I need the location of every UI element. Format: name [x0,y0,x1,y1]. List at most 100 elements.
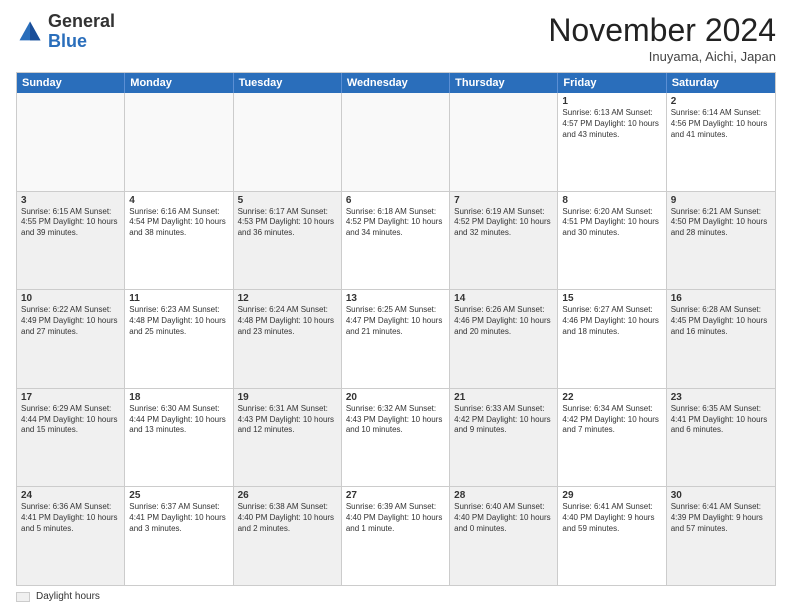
day-info: Sunrise: 6:17 AM Sunset: 4:53 PM Dayligh… [238,207,337,239]
calendar-row: 24Sunrise: 6:36 AM Sunset: 4:41 PM Dayli… [17,486,775,585]
calendar-cell [342,93,450,191]
day-info: Sunrise: 6:32 AM Sunset: 4:43 PM Dayligh… [346,404,445,436]
day-info: Sunrise: 6:24 AM Sunset: 4:48 PM Dayligh… [238,305,337,337]
calendar-cell: 17Sunrise: 6:29 AM Sunset: 4:44 PM Dayli… [17,389,125,487]
calendar-cell: 20Sunrise: 6:32 AM Sunset: 4:43 PM Dayli… [342,389,450,487]
day-info: Sunrise: 6:13 AM Sunset: 4:57 PM Dayligh… [562,108,661,140]
day-number: 18 [129,392,228,403]
day-number: 6 [346,195,445,206]
logo-text: General Blue [48,12,115,52]
day-info: Sunrise: 6:33 AM Sunset: 4:42 PM Dayligh… [454,404,553,436]
day-info: Sunrise: 6:28 AM Sunset: 4:45 PM Dayligh… [671,305,771,337]
day-number: 15 [562,293,661,304]
calendar-cell: 12Sunrise: 6:24 AM Sunset: 4:48 PM Dayli… [234,290,342,388]
calendar-cell: 30Sunrise: 6:41 AM Sunset: 4:39 PM Dayli… [667,487,775,585]
day-number: 16 [671,293,771,304]
calendar-cell: 13Sunrise: 6:25 AM Sunset: 4:47 PM Dayli… [342,290,450,388]
calendar-cell: 23Sunrise: 6:35 AM Sunset: 4:41 PM Dayli… [667,389,775,487]
calendar-header: SundayMondayTuesdayWednesdayThursdayFrid… [17,73,775,93]
day-info: Sunrise: 6:22 AM Sunset: 4:49 PM Dayligh… [21,305,120,337]
title-block: November 2024 Inuyama, Aichi, Japan [548,12,776,64]
day-info: Sunrise: 6:26 AM Sunset: 4:46 PM Dayligh… [454,305,553,337]
calendar-cell: 21Sunrise: 6:33 AM Sunset: 4:42 PM Dayli… [450,389,558,487]
day-number: 24 [21,490,120,501]
day-info: Sunrise: 6:31 AM Sunset: 4:43 PM Dayligh… [238,404,337,436]
day-info: Sunrise: 6:25 AM Sunset: 4:47 PM Dayligh… [346,305,445,337]
day-number: 12 [238,293,337,304]
day-number: 14 [454,293,553,304]
logo: General Blue [16,12,115,52]
day-number: 4 [129,195,228,206]
calendar-cell: 8Sunrise: 6:20 AM Sunset: 4:51 PM Daylig… [558,192,666,290]
day-info: Sunrise: 6:37 AM Sunset: 4:41 PM Dayligh… [129,502,228,534]
calendar-row: 10Sunrise: 6:22 AM Sunset: 4:49 PM Dayli… [17,289,775,388]
day-info: Sunrise: 6:41 AM Sunset: 4:39 PM Dayligh… [671,502,771,534]
day-number: 20 [346,392,445,403]
calendar-cell: 18Sunrise: 6:30 AM Sunset: 4:44 PM Dayli… [125,389,233,487]
calendar-cell: 11Sunrise: 6:23 AM Sunset: 4:48 PM Dayli… [125,290,233,388]
day-number: 29 [562,490,661,501]
day-number: 13 [346,293,445,304]
header-cell-tuesday: Tuesday [234,73,342,93]
calendar-cell [125,93,233,191]
calendar-cell: 9Sunrise: 6:21 AM Sunset: 4:50 PM Daylig… [667,192,775,290]
day-number: 11 [129,293,228,304]
day-info: Sunrise: 6:27 AM Sunset: 4:46 PM Dayligh… [562,305,661,337]
calendar-cell: 3Sunrise: 6:15 AM Sunset: 4:55 PM Daylig… [17,192,125,290]
header-cell-friday: Friday [558,73,666,93]
calendar: SundayMondayTuesdayWednesdayThursdayFrid… [16,72,776,586]
legend: Daylight hours [16,591,776,602]
day-number: 10 [21,293,120,304]
month-title: November 2024 [548,12,776,49]
day-info: Sunrise: 6:15 AM Sunset: 4:55 PM Dayligh… [21,207,120,239]
calendar-cell: 14Sunrise: 6:26 AM Sunset: 4:46 PM Dayli… [450,290,558,388]
header: General Blue November 2024 Inuyama, Aich… [16,12,776,64]
day-info: Sunrise: 6:34 AM Sunset: 4:42 PM Dayligh… [562,404,661,436]
day-info: Sunrise: 6:16 AM Sunset: 4:54 PM Dayligh… [129,207,228,239]
day-info: Sunrise: 6:18 AM Sunset: 4:52 PM Dayligh… [346,207,445,239]
day-number: 8 [562,195,661,206]
day-info: Sunrise: 6:19 AM Sunset: 4:52 PM Dayligh… [454,207,553,239]
day-number: 23 [671,392,771,403]
page: General Blue November 2024 Inuyama, Aich… [0,0,792,612]
calendar-cell: 6Sunrise: 6:18 AM Sunset: 4:52 PM Daylig… [342,192,450,290]
calendar-cell: 1Sunrise: 6:13 AM Sunset: 4:57 PM Daylig… [558,93,666,191]
calendar-body: 1Sunrise: 6:13 AM Sunset: 4:57 PM Daylig… [17,93,775,585]
calendar-cell: 27Sunrise: 6:39 AM Sunset: 4:40 PM Dayli… [342,487,450,585]
calendar-cell [234,93,342,191]
day-info: Sunrise: 6:29 AM Sunset: 4:44 PM Dayligh… [21,404,120,436]
day-number: 21 [454,392,553,403]
day-info: Sunrise: 6:14 AM Sunset: 4:56 PM Dayligh… [671,108,771,140]
calendar-cell: 22Sunrise: 6:34 AM Sunset: 4:42 PM Dayli… [558,389,666,487]
day-number: 2 [671,96,771,107]
calendar-cell [450,93,558,191]
legend-box [16,592,30,602]
calendar-cell: 24Sunrise: 6:36 AM Sunset: 4:41 PM Dayli… [17,487,125,585]
logo-general: General [48,11,115,31]
day-info: Sunrise: 6:36 AM Sunset: 4:41 PM Dayligh… [21,502,120,534]
day-number: 9 [671,195,771,206]
header-cell-monday: Monday [125,73,233,93]
day-info: Sunrise: 6:21 AM Sunset: 4:50 PM Dayligh… [671,207,771,239]
calendar-cell: 28Sunrise: 6:40 AM Sunset: 4:40 PM Dayli… [450,487,558,585]
calendar-cell [17,93,125,191]
calendar-cell: 19Sunrise: 6:31 AM Sunset: 4:43 PM Dayli… [234,389,342,487]
calendar-cell: 5Sunrise: 6:17 AM Sunset: 4:53 PM Daylig… [234,192,342,290]
day-number: 26 [238,490,337,501]
calendar-cell: 15Sunrise: 6:27 AM Sunset: 4:46 PM Dayli… [558,290,666,388]
day-info: Sunrise: 6:30 AM Sunset: 4:44 PM Dayligh… [129,404,228,436]
calendar-row: 3Sunrise: 6:15 AM Sunset: 4:55 PM Daylig… [17,191,775,290]
day-info: Sunrise: 6:41 AM Sunset: 4:40 PM Dayligh… [562,502,661,534]
day-number: 25 [129,490,228,501]
logo-blue: Blue [48,31,87,51]
day-number: 5 [238,195,337,206]
calendar-cell: 29Sunrise: 6:41 AM Sunset: 4:40 PM Dayli… [558,487,666,585]
header-cell-thursday: Thursday [450,73,558,93]
logo-icon [16,18,44,46]
day-info: Sunrise: 6:39 AM Sunset: 4:40 PM Dayligh… [346,502,445,534]
day-number: 1 [562,96,661,107]
day-number: 3 [21,195,120,206]
calendar-cell: 10Sunrise: 6:22 AM Sunset: 4:49 PM Dayli… [17,290,125,388]
day-info: Sunrise: 6:38 AM Sunset: 4:40 PM Dayligh… [238,502,337,534]
day-info: Sunrise: 6:40 AM Sunset: 4:40 PM Dayligh… [454,502,553,534]
